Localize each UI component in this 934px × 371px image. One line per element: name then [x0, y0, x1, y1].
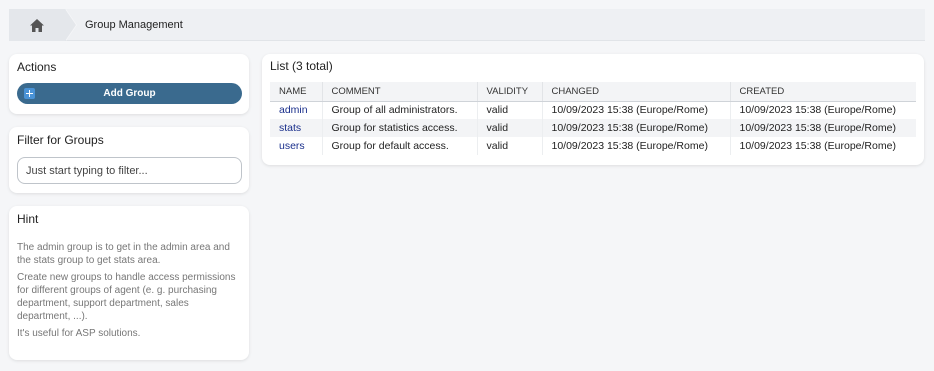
- breadcrumb-home[interactable]: [9, 9, 65, 41]
- group-table: NAME COMMENT VALIDITY CHANGED CREATED ad…: [270, 82, 916, 155]
- column-header-name[interactable]: NAME: [270, 82, 323, 102]
- hint-paragraph: It's useful for ASP solutions.: [17, 328, 141, 339]
- hint-paragraph: Create new groups to handle access permi…: [17, 272, 236, 322]
- group-validity: valid: [477, 101, 543, 119]
- table-row[interactable]: users Group for default access. valid 10…: [270, 137, 916, 155]
- group-validity: valid: [477, 137, 543, 155]
- group-comment: Group for default access.: [322, 137, 478, 155]
- group-name-link[interactable]: stats: [270, 119, 323, 137]
- column-header-created[interactable]: CREATED: [730, 82, 916, 102]
- group-changed: 10/09/2023 15:38 (Europe/Rome): [542, 137, 731, 155]
- group-changed: 10/09/2023 15:38 (Europe/Rome): [542, 119, 731, 137]
- hint-title: Hint: [17, 212, 39, 226]
- home-icon: [30, 18, 44, 32]
- group-created: 10/09/2023 15:38 (Europe/Rome): [730, 119, 916, 137]
- filter-title: Filter for Groups: [17, 133, 104, 147]
- breadcrumb-current: Group Management: [85, 19, 183, 31]
- breadcrumb-separator: [65, 9, 76, 41]
- group-comment: Group for statistics access.: [322, 119, 478, 137]
- group-created: 10/09/2023 15:38 (Europe/Rome): [739, 104, 896, 117]
- hint-body: The admin group is to get in the admin a…: [17, 241, 239, 344]
- hint-paragraph: The admin group is to get in the admin a…: [17, 242, 230, 266]
- filter-panel: Filter for Groups: [9, 127, 249, 193]
- group-validity: valid: [477, 119, 543, 137]
- column-header-validity[interactable]: VALIDITY: [477, 82, 543, 102]
- column-header-comment[interactable]: COMMENT: [322, 82, 478, 102]
- actions-title: Actions: [17, 60, 57, 74]
- breadcrumb: Group Management: [9, 9, 925, 41]
- group-changed: 10/09/2023 15:38 (Europe/Rome): [542, 101, 731, 119]
- table-row[interactable]: stats Group for statistics access. valid…: [270, 119, 916, 137]
- add-group-button[interactable]: Add Group: [17, 83, 242, 104]
- filter-input[interactable]: [17, 157, 242, 184]
- list-title: List (3 total): [270, 59, 333, 73]
- actions-panel: Actions Add Group: [9, 54, 249, 114]
- table-row[interactable]: admin Group of all administrators. valid…: [270, 101, 916, 119]
- add-group-label: Add Group: [103, 88, 156, 99]
- column-header-changed[interactable]: CHANGED: [542, 82, 731, 102]
- group-comment: Group of all administrators.: [322, 101, 478, 119]
- hint-panel: Hint The admin group is to get in the ad…: [9, 206, 249, 360]
- group-created: 10/09/2023 15:38 (Europe/Rome): [739, 140, 896, 152]
- plus-square-icon: [24, 88, 35, 99]
- table-header-row: NAME COMMENT VALIDITY CHANGED CREATED: [270, 82, 916, 102]
- group-name-link[interactable]: users: [270, 137, 323, 155]
- group-list-panel: List (3 total) NAME COMMENT VALIDITY CHA…: [262, 54, 924, 165]
- group-name-link[interactable]: admin: [270, 101, 323, 119]
